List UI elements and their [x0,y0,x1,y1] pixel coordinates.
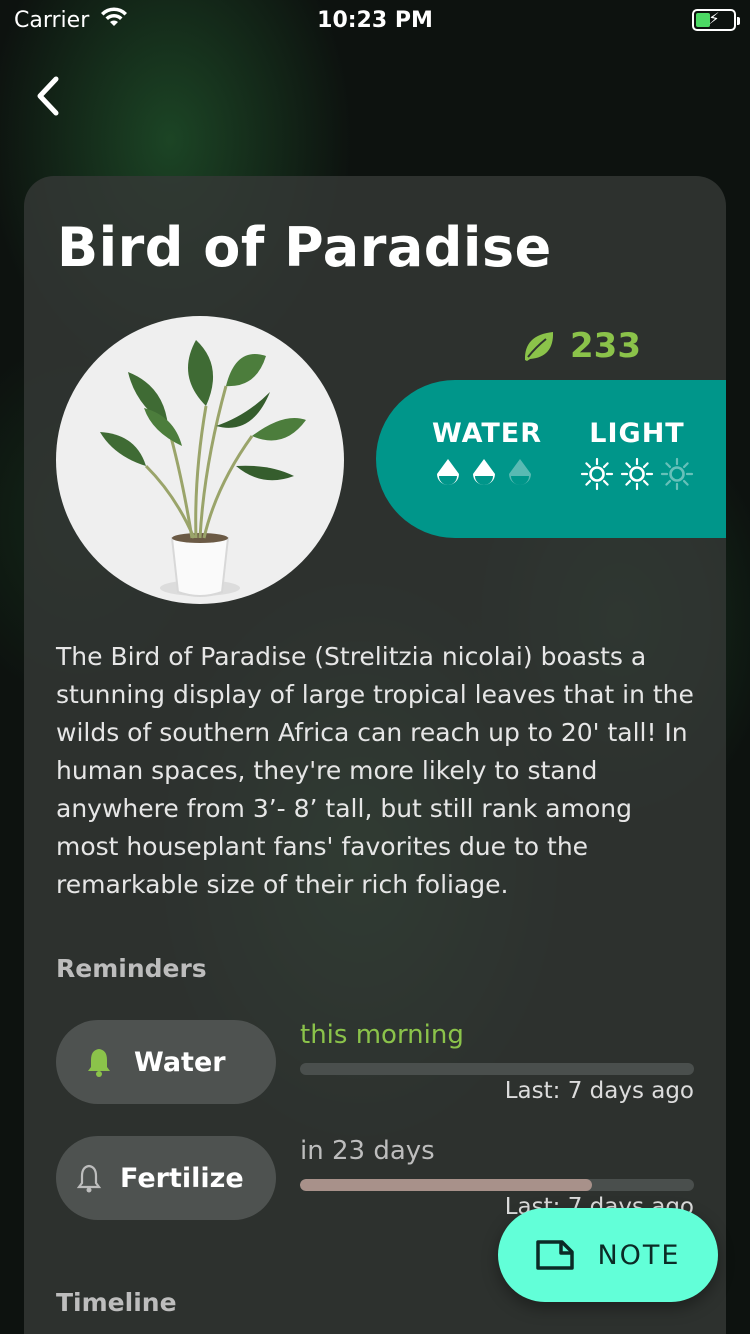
plant-title: Bird of Paradise [57,216,552,279]
reminders-heading: Reminders [56,954,207,983]
water-reminder-last: Last: 7 days ago [504,1078,694,1104]
bell-outline-icon [76,1164,102,1193]
light-requirement: LIGHT [576,418,698,491]
water-drop-empty-icon [509,459,531,485]
note-icon [536,1240,575,1270]
leaf-points: 233 [522,326,641,366]
plant-photo [56,316,344,604]
add-note-button[interactable]: NOTE [498,1208,718,1302]
water-reminder-label: Water [134,1046,226,1078]
sun-filled-icon [580,457,614,491]
water-reminder-button[interactable]: Water [56,1020,276,1104]
battery-icon: ⚡ [692,9,740,31]
water-drop-filled-icon [473,459,495,485]
water-level [432,457,536,489]
plant-detail-card: Bird of Paradise 233 WATER LIGHT The Bir… [24,176,726,1334]
plant-description: The Bird of Paradise (Strelitzia nicolai… [56,642,694,899]
water-reminder-progress [300,1063,694,1075]
sun-filled-icon [620,457,654,491]
water-label: WATER [432,418,543,449]
leaf-icon [524,332,554,361]
sun-dim-icon [660,457,694,491]
fertilize-reminder-progress [300,1179,694,1191]
back-button[interactable] [28,72,68,120]
water-requirement: WATER [432,418,543,489]
water-reminder-due: this morning [300,1020,464,1050]
light-level [576,457,698,491]
leaf-points-value: 233 [570,326,641,366]
light-label: LIGHT [589,418,685,449]
fertilize-reminder-button[interactable]: Fertilize [56,1136,276,1220]
fertilize-reminder-progress-fill [300,1179,592,1191]
note-button-label: NOTE [597,1239,681,1271]
care-requirements: WATER LIGHT [376,380,726,538]
fertilize-reminder-due: in 23 days [300,1136,435,1166]
fertilize-reminder-label: Fertilize [120,1162,244,1194]
bell-filled-icon [88,1049,110,1077]
carrier-label: Carrier [14,7,90,33]
wifi-icon [99,6,129,34]
chevron-left-icon [37,76,59,116]
status-bar: Carrier 10:23 PM ⚡ [0,0,750,40]
timeline-heading: Timeline [56,1288,177,1317]
water-drop-filled-icon [437,459,459,485]
